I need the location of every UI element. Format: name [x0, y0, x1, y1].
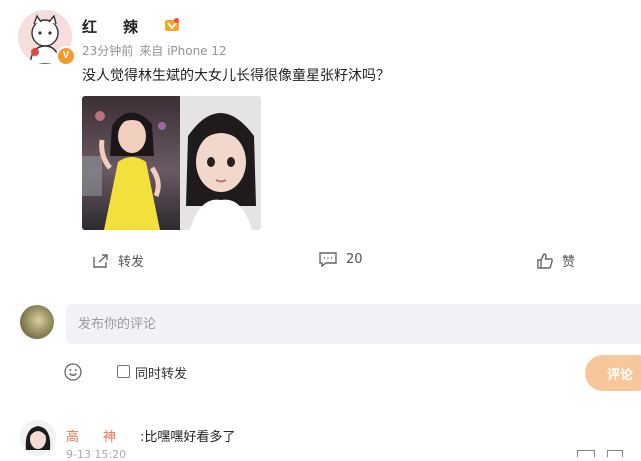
- comment-input[interactable]: [66, 304, 641, 344]
- reply-author-avatar[interactable]: [20, 420, 56, 456]
- vip-level-icon: [165, 18, 179, 31]
- post-image-1[interactable]: [82, 96, 180, 230]
- like-label: 赞: [562, 255, 576, 270]
- reply-line: 高神:比嘿嘿好看多了: [66, 426, 235, 445]
- current-user-avatar[interactable]: [20, 305, 54, 339]
- repost-label: 转发: [118, 255, 145, 270]
- author-name[interactable]: 红辣: [82, 16, 164, 37]
- post-source: 来自 iPhone 12: [139, 44, 227, 58]
- repost-icon: [93, 253, 108, 268]
- reply-avatar-image: [20, 420, 56, 456]
- post-time[interactable]: 23分钟前: [82, 44, 133, 58]
- reply-time: 9-13 15:20: [66, 448, 127, 461]
- girl-portrait-photo: [180, 96, 261, 230]
- comment-button[interactable]: 20: [318, 251, 363, 267]
- post-text: 没人觉得林生斌的大女儿长得很像童星张籽沐吗？: [82, 68, 390, 84]
- repost-button[interactable]: 转发: [92, 251, 144, 270]
- girl-yellow-dress-photo: [82, 96, 180, 230]
- thumbs-up-icon: [537, 252, 553, 269]
- reply-author-name[interactable]: 高神: [66, 430, 140, 445]
- verified-badge-icon: V: [56, 46, 76, 66]
- like-button[interactable]: 赞: [536, 251, 575, 270]
- post-meta: 23分钟前 来自 iPhone 12: [82, 42, 233, 59]
- reply-text: 比嘿嘿好看多了: [144, 430, 236, 445]
- comment-icon: [319, 252, 337, 267]
- repost-checkbox-label[interactable]: 同时转发: [135, 363, 187, 382]
- repost-checkbox[interactable]: [117, 365, 130, 378]
- submit-comment-button[interactable]: 评论: [585, 355, 641, 391]
- post-image-2[interactable]: [180, 96, 261, 230]
- emoji-icon[interactable]: [64, 363, 82, 381]
- comment-count: 20: [346, 251, 363, 267]
